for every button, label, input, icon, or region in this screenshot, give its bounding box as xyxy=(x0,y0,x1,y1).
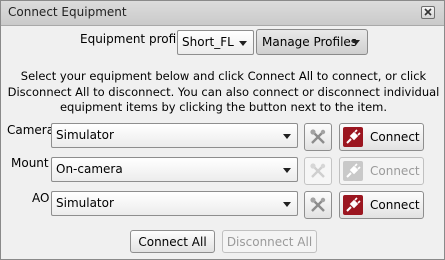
close-icon xyxy=(424,8,432,16)
mount-setup-button[interactable] xyxy=(304,157,332,185)
disconnect-all-label: Disconnect All xyxy=(226,234,313,249)
instructions-text: Select your equipment below and click Co… xyxy=(7,69,440,114)
profile-select[interactable]: Short_FL xyxy=(177,30,254,55)
chevron-down-icon xyxy=(283,134,291,139)
mount-label: Mount xyxy=(11,156,49,170)
chevron-down-icon xyxy=(283,202,291,207)
camera-select[interactable]: Simulator xyxy=(51,123,298,148)
mount-value: On-camera xyxy=(56,162,123,176)
plug-icon xyxy=(343,161,363,181)
close-button[interactable] xyxy=(421,6,435,19)
tools-icon xyxy=(310,197,326,212)
chevron-down-icon xyxy=(239,41,247,46)
ao-value: Simulator xyxy=(56,196,114,210)
connect-equipment-dialog: Connect Equipment Equipment profile Shor… xyxy=(0,0,445,260)
ao-connect-button[interactable]: Connect xyxy=(339,191,424,219)
title-bar: Connect Equipment xyxy=(1,1,444,26)
manage-profiles-label: Manage Profiles xyxy=(262,35,358,49)
tools-icon xyxy=(310,163,326,178)
mount-connect-label: Connect xyxy=(370,164,420,178)
chevron-down-icon xyxy=(352,40,360,45)
ao-connect-label: Connect xyxy=(370,198,420,212)
camera-value: Simulator xyxy=(56,128,114,142)
ao-setup-button[interactable] xyxy=(304,191,332,219)
camera-setup-button[interactable] xyxy=(304,123,332,151)
connect-all-label: Connect All xyxy=(138,234,207,249)
window-title: Connect Equipment xyxy=(8,5,127,19)
manage-profiles-button[interactable]: Manage Profiles xyxy=(256,29,368,55)
camera-connect-button[interactable]: Connect xyxy=(339,123,424,151)
plug-icon xyxy=(343,127,363,147)
mount-select[interactable]: On-camera xyxy=(51,157,298,182)
plug-icon xyxy=(343,195,363,215)
chevron-down-icon xyxy=(283,168,291,173)
camera-connect-label: Connect xyxy=(370,130,420,144)
profile-value: Short_FL xyxy=(182,35,234,49)
disconnect-all-button[interactable]: Disconnect All xyxy=(222,230,317,253)
mount-connect-button[interactable]: Connect xyxy=(339,157,424,185)
camera-label: Camera xyxy=(7,123,55,137)
ao-label: AO xyxy=(32,191,50,205)
tools-icon xyxy=(310,129,326,144)
ao-select[interactable]: Simulator xyxy=(51,191,298,216)
connect-all-button[interactable]: Connect All xyxy=(130,230,215,253)
profile-label: Equipment profile xyxy=(80,32,187,46)
